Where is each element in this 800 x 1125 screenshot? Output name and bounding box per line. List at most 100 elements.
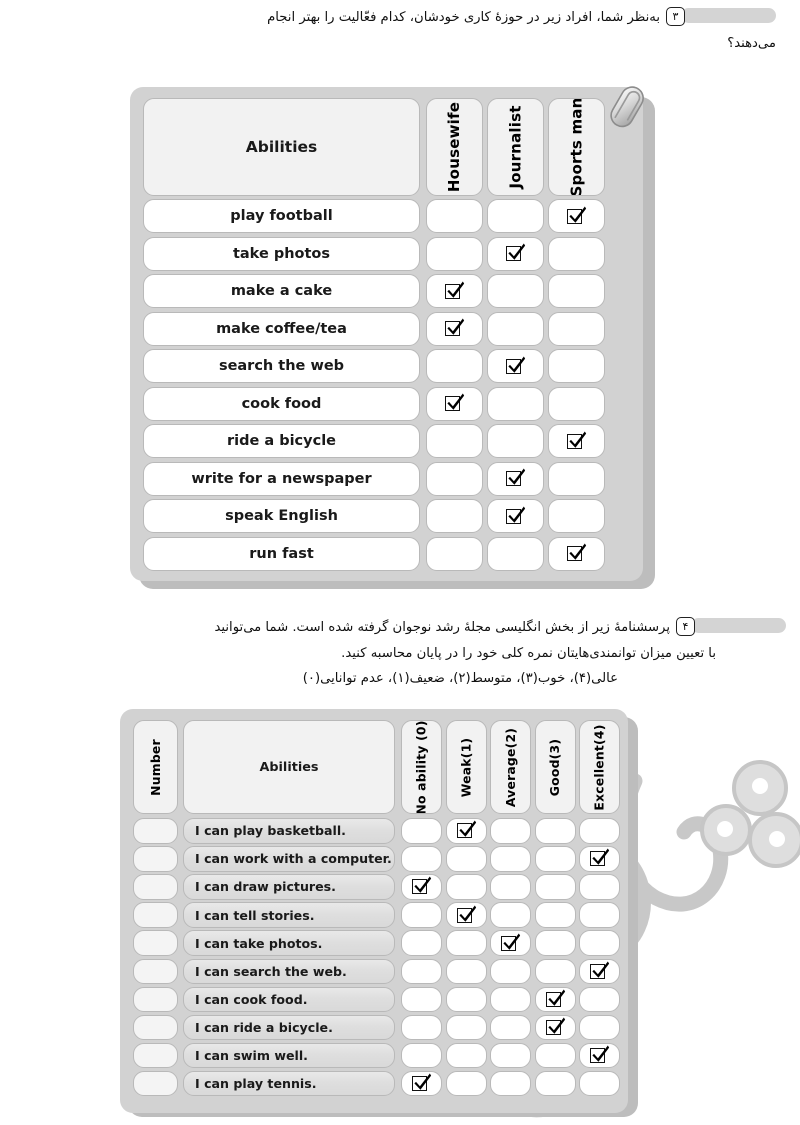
table-2-checkbox-cell[interactable] bbox=[490, 846, 531, 872]
checkbox-checked[interactable] bbox=[590, 961, 610, 981]
table-1-checkbox-cell[interactable] bbox=[487, 386, 544, 421]
table-1-checkbox-cell[interactable] bbox=[548, 236, 605, 271]
table-1-checkbox-cell[interactable] bbox=[487, 499, 544, 533]
table-2-checkbox-cell[interactable] bbox=[401, 846, 442, 872]
table-2-number-cell[interactable] bbox=[133, 902, 178, 928]
table-2-number-cell[interactable] bbox=[133, 818, 178, 844]
table-2-checkbox-cell[interactable] bbox=[445, 986, 487, 1013]
table-2-checkbox-cell[interactable] bbox=[445, 1070, 487, 1097]
table-2-checkbox-cell[interactable] bbox=[579, 846, 620, 872]
table-2-checkbox-cell[interactable] bbox=[579, 902, 620, 928]
table-1-checkbox-cell[interactable] bbox=[426, 424, 483, 458]
table-2-checkbox-cell[interactable] bbox=[445, 818, 487, 844]
table-1-checkbox-cell[interactable] bbox=[487, 461, 544, 496]
checkbox-checked[interactable] bbox=[506, 356, 526, 376]
table-1-checkbox-cell[interactable] bbox=[426, 311, 483, 346]
checkbox-checked[interactable] bbox=[412, 1073, 432, 1093]
table-2-checkbox-cell[interactable] bbox=[445, 930, 487, 956]
table-2-checkbox-cell[interactable] bbox=[401, 902, 442, 928]
checkbox-checked[interactable] bbox=[506, 468, 526, 488]
checkbox-checked[interactable] bbox=[456, 905, 476, 925]
table-2-checkbox-cell[interactable] bbox=[579, 1070, 620, 1097]
table-2-checkbox-cell[interactable] bbox=[534, 1014, 576, 1041]
table-1-checkbox-cell[interactable] bbox=[426, 199, 483, 233]
table-2-checkbox-cell[interactable] bbox=[490, 930, 531, 956]
table-2-checkbox-cell[interactable] bbox=[401, 958, 442, 984]
table-2-checkbox-cell[interactable] bbox=[401, 874, 442, 900]
table-2-checkbox-cell[interactable] bbox=[401, 1042, 442, 1069]
table-1-checkbox-cell[interactable] bbox=[426, 536, 483, 571]
checkbox-checked[interactable] bbox=[545, 1017, 565, 1037]
table-2-checkbox-cell[interactable] bbox=[579, 874, 620, 900]
table-1-checkbox-cell[interactable] bbox=[548, 461, 605, 496]
table-2-checkbox-cell[interactable] bbox=[534, 902, 576, 928]
checkbox-checked[interactable] bbox=[545, 989, 565, 1009]
table-1-checkbox-cell[interactable] bbox=[487, 536, 544, 571]
table-2-number-cell[interactable] bbox=[133, 986, 178, 1013]
table-2-checkbox-cell[interactable] bbox=[490, 874, 531, 900]
table-2-checkbox-cell[interactable] bbox=[579, 930, 620, 956]
table-1-checkbox-cell[interactable] bbox=[426, 386, 483, 421]
table-2-number-cell[interactable] bbox=[133, 874, 178, 900]
table-2-checkbox-cell[interactable] bbox=[534, 930, 576, 956]
table-1-checkbox-cell[interactable] bbox=[426, 236, 483, 271]
table-2-checkbox-cell[interactable] bbox=[534, 986, 576, 1013]
table-2-checkbox-cell[interactable] bbox=[401, 1014, 442, 1041]
table-1-checkbox-cell[interactable] bbox=[548, 199, 605, 233]
table-2-checkbox-cell[interactable] bbox=[445, 1014, 487, 1041]
table-2-number-cell[interactable] bbox=[133, 1042, 178, 1069]
table-1-checkbox-cell[interactable] bbox=[487, 349, 544, 383]
table-2-checkbox-cell[interactable] bbox=[534, 1042, 576, 1069]
table-1-checkbox-cell[interactable] bbox=[426, 274, 483, 308]
table-2-checkbox-cell[interactable] bbox=[490, 986, 531, 1013]
table-2-checkbox-cell[interactable] bbox=[579, 986, 620, 1013]
table-2-checkbox-cell[interactable] bbox=[490, 1042, 531, 1069]
table-2-checkbox-cell[interactable] bbox=[579, 1014, 620, 1041]
table-1-checkbox-cell[interactable] bbox=[548, 349, 605, 383]
table-2-checkbox-cell[interactable] bbox=[579, 1042, 620, 1069]
table-2-number-cell[interactable] bbox=[133, 930, 178, 956]
table-2-checkbox-cell[interactable] bbox=[445, 958, 487, 984]
table-2-checkbox-cell[interactable] bbox=[401, 986, 442, 1013]
table-2-checkbox-cell[interactable] bbox=[534, 846, 576, 872]
checkbox-checked[interactable] bbox=[567, 431, 587, 451]
table-2-number-cell[interactable] bbox=[133, 1070, 178, 1097]
table-2-checkbox-cell[interactable] bbox=[490, 1070, 531, 1097]
table-2-checkbox-cell[interactable] bbox=[490, 902, 531, 928]
table-1-checkbox-cell[interactable] bbox=[426, 499, 483, 533]
table-2-checkbox-cell[interactable] bbox=[445, 874, 487, 900]
table-2-checkbox-cell[interactable] bbox=[401, 1070, 442, 1097]
checkbox-checked[interactable] bbox=[590, 1045, 610, 1065]
checkbox-checked[interactable] bbox=[445, 281, 465, 301]
table-1-checkbox-cell[interactable] bbox=[548, 536, 605, 571]
table-2-checkbox-cell[interactable] bbox=[445, 846, 487, 872]
table-2-checkbox-cell[interactable] bbox=[534, 874, 576, 900]
table-1-checkbox-cell[interactable] bbox=[487, 311, 544, 346]
table-1-checkbox-cell[interactable] bbox=[487, 236, 544, 271]
table-2-number-cell[interactable] bbox=[133, 846, 178, 872]
table-1-checkbox-cell[interactable] bbox=[487, 199, 544, 233]
table-1-checkbox-cell[interactable] bbox=[426, 461, 483, 496]
table-1-checkbox-cell[interactable] bbox=[548, 274, 605, 308]
table-2-number-cell[interactable] bbox=[133, 1014, 178, 1041]
checkbox-checked[interactable] bbox=[456, 820, 476, 840]
table-2-checkbox-cell[interactable] bbox=[534, 958, 576, 984]
table-1-checkbox-cell[interactable] bbox=[548, 424, 605, 458]
checkbox-checked[interactable] bbox=[412, 876, 432, 896]
table-1-checkbox-cell[interactable] bbox=[548, 499, 605, 533]
table-1-checkbox-cell[interactable] bbox=[426, 349, 483, 383]
table-2-checkbox-cell[interactable] bbox=[490, 1014, 531, 1041]
checkbox-checked[interactable] bbox=[567, 543, 587, 563]
checkbox-checked[interactable] bbox=[445, 318, 465, 338]
table-2-checkbox-cell[interactable] bbox=[490, 958, 531, 984]
checkbox-checked[interactable] bbox=[506, 506, 526, 526]
checkbox-checked[interactable] bbox=[501, 933, 521, 953]
table-2-checkbox-cell[interactable] bbox=[490, 818, 531, 844]
table-2-checkbox-cell[interactable] bbox=[445, 902, 487, 928]
checkbox-checked[interactable] bbox=[506, 243, 526, 263]
table-2-checkbox-cell[interactable] bbox=[401, 930, 442, 956]
table-2-checkbox-cell[interactable] bbox=[579, 818, 620, 844]
table-2-checkbox-cell[interactable] bbox=[534, 1070, 576, 1097]
table-1-checkbox-cell[interactable] bbox=[487, 424, 544, 458]
table-2-checkbox-cell[interactable] bbox=[401, 818, 442, 844]
